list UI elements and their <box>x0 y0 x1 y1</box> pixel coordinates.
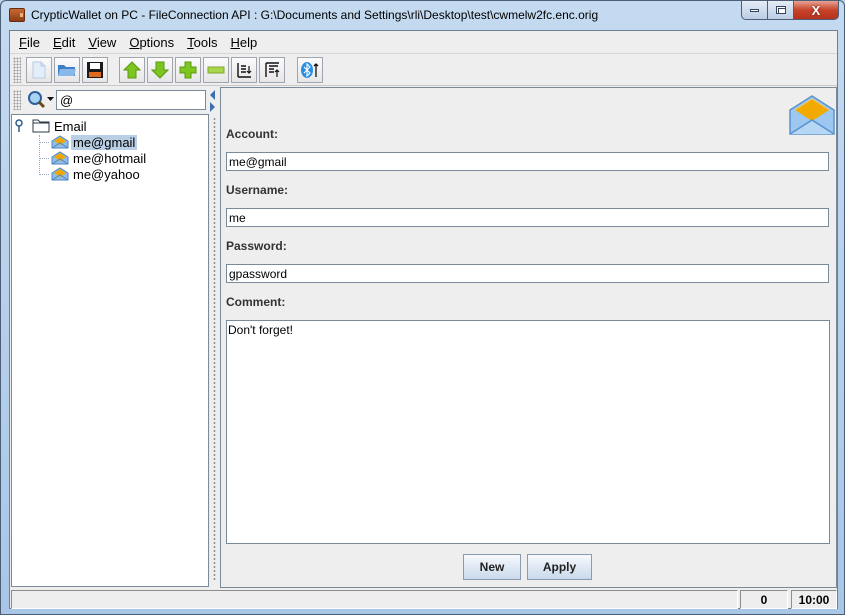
wallet-app-icon <box>9 8 25 22</box>
menu-options-label: ptions <box>139 34 175 50</box>
split-pane-divider[interactable] <box>210 87 219 588</box>
tree-item-label: me@hotmail <box>73 150 147 166</box>
add-button[interactable] <box>175 57 201 83</box>
account-label: Account: <box>226 127 278 141</box>
search-options-dropdown[interactable] <box>27 90 55 110</box>
save-button[interactable] <box>82 57 108 83</box>
tree-item[interactable]: me@yahoo <box>51 166 142 182</box>
password-label: Password: <box>226 239 287 253</box>
status-count: 0 <box>740 590 788 609</box>
new-file-button[interactable] <box>26 57 52 83</box>
menu-help[interactable]: Help <box>226 35 263 50</box>
close-button[interactable]: X <box>794 1 839 20</box>
sort-ascending-button[interactable] <box>259 57 285 83</box>
account-field[interactable] <box>226 152 829 171</box>
new-document-icon <box>32 61 46 79</box>
close-icon: X <box>811 2 821 18</box>
minimize-icon <box>750 8 759 12</box>
menu-help-label: elp <box>239 34 258 50</box>
menu-view[interactable]: View <box>83 35 121 50</box>
menu-options[interactable]: Options <box>124 35 179 50</box>
tree-connector <box>39 158 49 159</box>
password-field[interactable] <box>226 264 829 283</box>
apply-button[interactable]: Apply <box>527 554 592 580</box>
tree-item-label: me@yahoo <box>73 166 140 182</box>
envelope-icon <box>51 135 69 149</box>
menu-options-mnemonic: O <box>129 34 140 50</box>
menu-file-label: ile <box>26 34 40 50</box>
splitter-grip[interactable] <box>213 117 216 582</box>
new-button[interactable]: New <box>463 554 521 580</box>
folder-icon <box>32 119 50 133</box>
username-field[interactable] <box>226 208 829 227</box>
expand-right-arrow-icon[interactable] <box>210 102 216 112</box>
username-label: Username: <box>226 183 289 197</box>
remove-button[interactable] <box>203 57 229 83</box>
status-time: 10:00 <box>791 590 837 609</box>
maximize-icon <box>775 6 786 14</box>
collapse-left-arrow-icon[interactable] <box>210 90 216 100</box>
bluetooth-send-button[interactable] <box>297 57 323 83</box>
menu-bar: File Edit View Options Tools Help <box>10 31 837 53</box>
details-panel: Account: Username: Password: Comment: Do… <box>220 87 837 588</box>
tree-connector <box>39 174 49 175</box>
menu-help-mnemonic: H <box>230 34 240 50</box>
title-bar[interactable]: CrypticWallet on PC - FileConnection API… <box>1 1 844 29</box>
menu-view-mnemonic: V <box>88 34 97 50</box>
tree-item[interactable]: me@hotmail <box>51 150 148 166</box>
menu-edit-mnemonic: E <box>52 34 62 50</box>
menu-view-label: iew <box>96 34 117 50</box>
tree-connector <box>39 135 40 175</box>
search-icon <box>28 91 54 109</box>
search-bar-grip[interactable] <box>13 90 21 110</box>
account-tree: Email me@gmail me@hotmail me@yahoo <box>11 114 209 587</box>
comment-field[interactable]: Don't forget! <box>226 320 830 544</box>
arrow-down-icon <box>151 61 169 79</box>
toolbar <box>10 53 837 86</box>
plus-icon <box>179 61 197 79</box>
app-window: CrypticWallet on PC - FileConnection API… <box>0 0 845 615</box>
tree-connector <box>39 142 49 143</box>
floppy-disk-icon <box>87 62 103 78</box>
tree-item-label: me@gmail <box>71 134 138 150</box>
sort-up-icon <box>265 62 280 77</box>
menu-edit-label: dit <box>61 34 76 50</box>
maximize-button[interactable] <box>768 1 794 20</box>
search-bar <box>10 88 210 112</box>
envelope-icon <box>51 167 69 181</box>
envelope-icon <box>51 151 69 165</box>
toolbar-grip[interactable] <box>13 57 21 83</box>
menu-file[interactable]: File <box>14 35 45 50</box>
move-down-button[interactable] <box>147 57 173 83</box>
minus-icon <box>207 66 225 74</box>
menu-tools[interactable]: Tools <box>182 35 222 50</box>
arrow-up-icon <box>123 61 141 79</box>
window-controls: X <box>741 1 839 20</box>
sort-down-icon <box>237 63 252 78</box>
open-folder-icon <box>58 65 76 76</box>
tree-root-email[interactable]: Email <box>14 118 89 134</box>
email-category-icon <box>789 95 835 135</box>
open-button[interactable] <box>54 57 80 83</box>
menu-file-mnemonic: F <box>19 34 27 50</box>
move-up-button[interactable] <box>119 57 145 83</box>
sort-descending-button[interactable] <box>231 57 257 83</box>
tree-item[interactable]: me@gmail <box>51 134 138 150</box>
menu-tools-label: ools <box>193 34 218 50</box>
window-title: CrypticWallet on PC - FileConnection API… <box>31 8 599 22</box>
comment-label: Comment: <box>226 295 286 309</box>
tree-expand-handle-icon[interactable] <box>14 119 26 133</box>
status-message <box>11 590 738 609</box>
bluetooth-upload-icon <box>301 62 319 78</box>
menu-edit[interactable]: Edit <box>48 35 80 50</box>
tree-panel: Email me@gmail me@hotmail <box>10 87 210 588</box>
minimize-button[interactable] <box>741 1 768 20</box>
tree-root-label: Email <box>54 118 87 134</box>
client-area: File Edit View Options Tools Help @ Emai… <box>9 30 838 609</box>
status-bar: 0 10:00 <box>10 589 837 609</box>
search-input[interactable] <box>56 90 206 110</box>
